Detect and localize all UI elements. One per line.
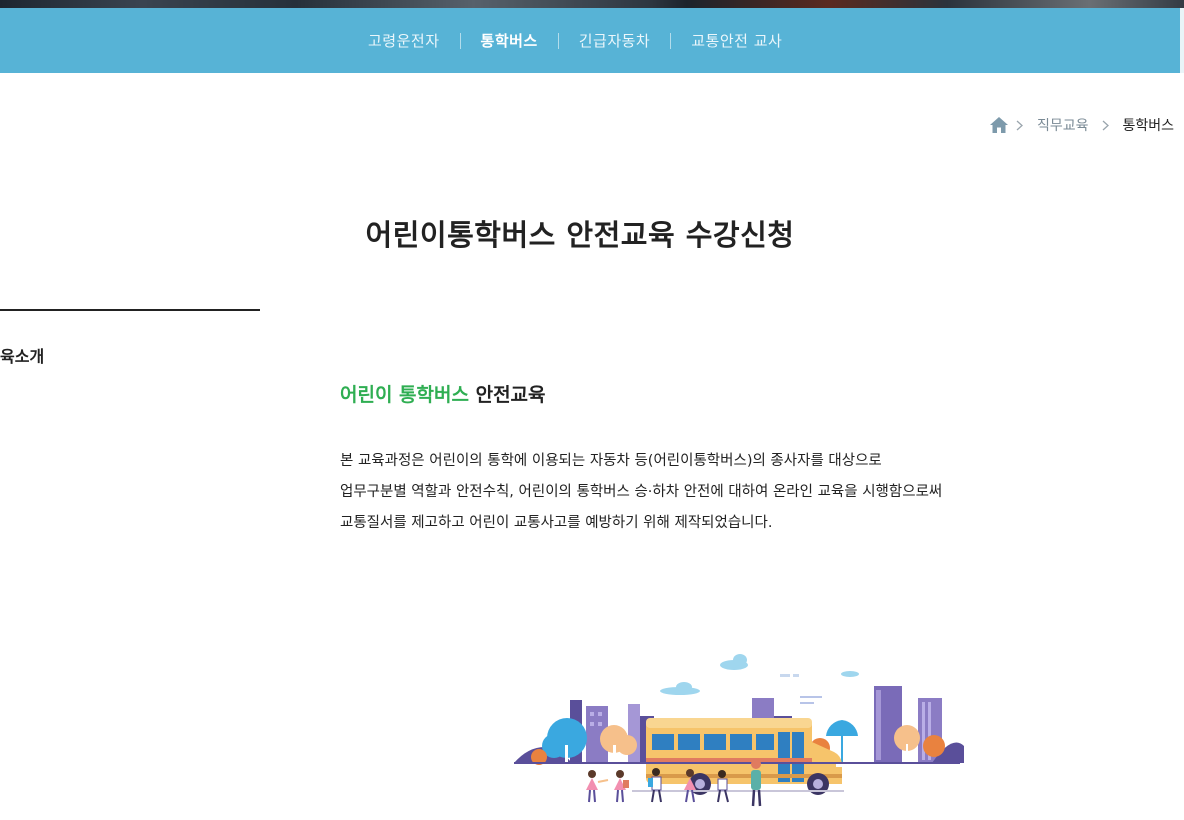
nav-item-emergency-vehicle[interactable]: 긴급자동차: [559, 30, 671, 51]
page-title: 어린이통학버스 안전교육 수강신청: [365, 218, 795, 252]
description-line: 업무구분별 역할과 안전수칙, 어린이의 통학버스 승·하차 안전에 대하여 온…: [340, 484, 943, 500]
cloud-icon: [841, 671, 859, 677]
breadcrumb-item-school-bus: 통학버스: [1122, 118, 1174, 134]
nav-edge: [1180, 8, 1184, 73]
child-figure: [614, 770, 629, 803]
home-icon[interactable]: [989, 116, 1009, 134]
nav-item-elderly-driver[interactable]: 고령운전자: [348, 30, 460, 51]
section-heading-rest: 안전교육: [468, 384, 546, 406]
adult-figure: [751, 759, 762, 807]
bus-icon: [646, 718, 842, 795]
description-line: 교통질서를 제고하고 어린이 교통사고를 예방하기 위해 제작되었습니다.: [340, 515, 773, 531]
header-photo-strip: [0, 0, 1184, 8]
breadcrumb-item-job-training[interactable]: 직무교육: [1031, 115, 1095, 135]
sidebar-divider: [0, 309, 260, 311]
breadcrumb: 직무교육 통학버스: [989, 115, 1180, 135]
nav-item-traffic-safety-teacher[interactable]: 교통안전 교사: [671, 30, 802, 51]
nav-item-school-bus[interactable]: 통학버스: [461, 30, 558, 51]
sidebar-item-course-intro[interactable]: 육소개: [0, 343, 44, 367]
main-nav: 고령운전자 통학버스 긴급자동차 교통안전 교사: [0, 8, 1180, 73]
description-line: 본 교육과정은 어린이의 통학에 이용되는 자동차 등(어린이통학버스)의 종사…: [340, 453, 882, 469]
section-heading-highlight: 어린이 통학버스: [340, 384, 469, 406]
chevron-right-icon: [1009, 120, 1031, 131]
course-description: 본 교육과정은 어린이의 통학에 이용되는 자동차 등(어린이통학버스)의 종사…: [340, 446, 1040, 539]
cloud-icon: [720, 654, 748, 670]
chevron-right-icon: [1094, 120, 1116, 131]
section-heading: 어린이 통학버스 안전교육: [340, 380, 546, 407]
child-figure: [586, 770, 609, 803]
school-bus-illustration: [514, 654, 964, 807]
cloud-icon: [660, 682, 700, 695]
